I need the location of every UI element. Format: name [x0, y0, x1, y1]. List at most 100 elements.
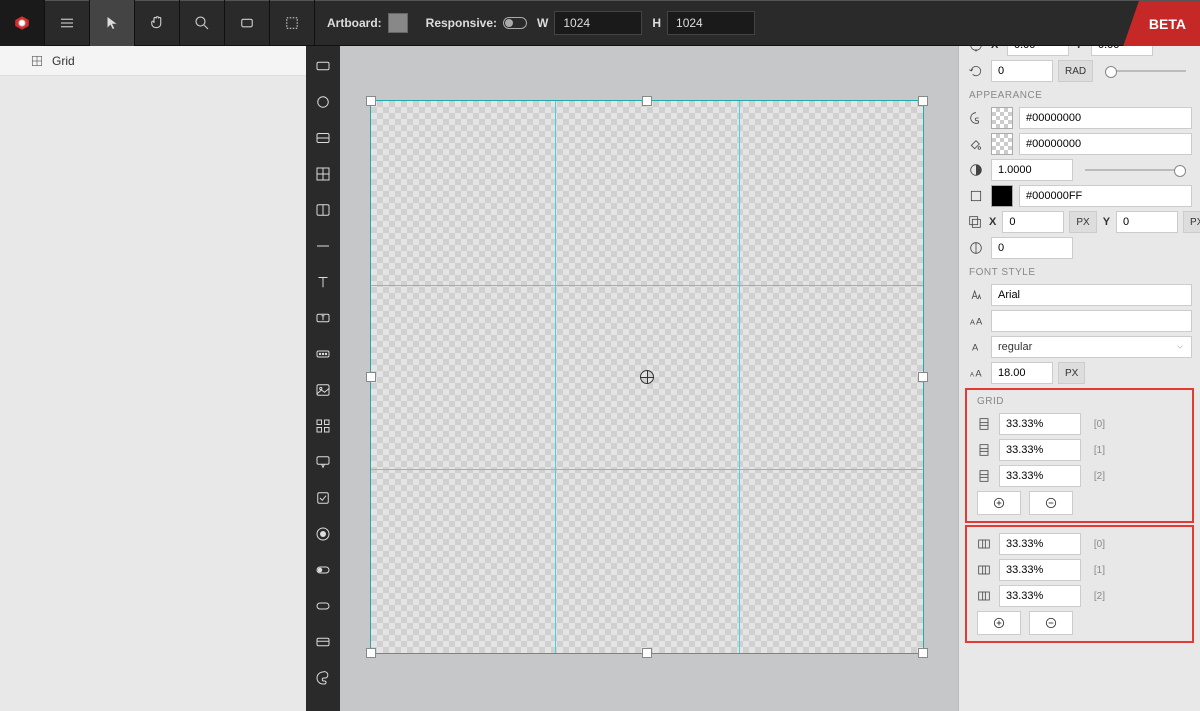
remove-row-button[interactable] [1029, 491, 1073, 515]
rotation-slider[interactable] [1105, 70, 1186, 72]
opacity-slider[interactable] [1085, 169, 1186, 171]
row-icon [975, 441, 993, 459]
bg-icon [967, 135, 985, 153]
resize-handle[interactable] [642, 648, 652, 658]
grid-col-input[interactable] [999, 585, 1081, 607]
pill-tool[interactable] [313, 596, 333, 616]
line-tool[interactable] [313, 236, 333, 256]
svg-text:A: A [976, 316, 983, 326]
add-row-button[interactable] [977, 491, 1021, 515]
svg-text:A: A [970, 317, 975, 326]
tooltip-tool[interactable] [313, 452, 333, 472]
resize-handle[interactable] [366, 648, 376, 658]
artboard-color-swatch[interactable] [388, 13, 408, 33]
artboard-height-input[interactable] [667, 11, 755, 35]
bg-input[interactable] [1019, 133, 1192, 155]
row-icon [975, 467, 993, 485]
grid-row-input[interactable] [999, 439, 1081, 461]
logo-button[interactable] [0, 0, 45, 46]
rotation-input[interactable] [991, 60, 1053, 82]
px-unit: PX [1183, 211, 1200, 233]
font-family-input[interactable] [991, 284, 1192, 306]
components-tool[interactable] [313, 416, 333, 436]
toggle-tool[interactable] [313, 560, 333, 580]
svg-text:A: A [975, 368, 982, 378]
font-size-input[interactable] [991, 362, 1053, 384]
position-icon [967, 46, 985, 54]
split-tool[interactable] [313, 200, 333, 220]
resize-handle[interactable] [918, 648, 928, 658]
stroke-icon [967, 187, 985, 205]
stroke-swatch[interactable] [991, 185, 1013, 207]
font-case-input[interactable] [991, 310, 1192, 332]
ellipse-tool[interactable] [313, 92, 333, 112]
grid-section-label: GRID [967, 394, 1192, 411]
resize-handle[interactable] [918, 96, 928, 106]
layers-panel: Grid [0, 46, 306, 711]
fill-input[interactable] [1019, 107, 1192, 129]
stroke-input[interactable] [1019, 185, 1192, 207]
center-crosshair-icon [640, 370, 654, 384]
offset-y-input[interactable] [1116, 211, 1178, 233]
selection-button[interactable] [270, 0, 315, 46]
remove-col-button[interactable] [1029, 611, 1073, 635]
contrast-icon [967, 239, 985, 257]
add-col-button[interactable] [977, 611, 1021, 635]
grid-line-h [371, 285, 923, 286]
artboard-grid[interactable] [370, 100, 924, 654]
list-tool[interactable] [313, 128, 333, 148]
offset-y-label: Y [1103, 216, 1110, 228]
text-tool[interactable] [313, 272, 333, 292]
resize-handle[interactable] [918, 372, 928, 382]
layer-label: Grid [52, 54, 75, 68]
offset-x-input[interactable] [1002, 211, 1064, 233]
grid-row-input[interactable] [999, 465, 1081, 487]
grid-col-input[interactable] [999, 559, 1081, 581]
col-icon [975, 535, 993, 553]
y-label: Y [1075, 46, 1085, 51]
search-button[interactable] [180, 0, 225, 46]
responsive-label: Responsive: [426, 16, 497, 30]
grid-col-index: [1] [1087, 565, 1105, 576]
resize-handle[interactable] [366, 96, 376, 106]
grid-tool[interactable] [313, 164, 333, 184]
checkbox-tool[interactable] [313, 488, 333, 508]
grid-line-v [739, 101, 740, 653]
hand-tool[interactable] [135, 0, 180, 46]
grid-icon [30, 54, 44, 68]
grid-col-input[interactable] [999, 533, 1081, 555]
pos-y-input[interactable] [1091, 46, 1153, 56]
radio-tool[interactable] [313, 524, 333, 544]
svg-text:A: A [970, 372, 974, 378]
opacity-input[interactable] [991, 159, 1073, 181]
artboard-width-input[interactable] [554, 11, 642, 35]
input-tool[interactable] [313, 344, 333, 364]
resize-handle[interactable] [642, 96, 652, 106]
grid-col-index: [2] [1087, 591, 1105, 602]
layer-item-grid[interactable]: Grid [0, 46, 306, 76]
x-label: X [991, 46, 1001, 51]
menu-button[interactable] [45, 0, 90, 46]
blur-input[interactable] [991, 237, 1073, 259]
row-icon [975, 415, 993, 433]
topbar: Artboard: Responsive: W H BETA [0, 0, 1200, 46]
bg-swatch[interactable] [991, 133, 1013, 155]
grid-cols-section: [0] [1] [2] [965, 525, 1194, 643]
pos-x-input[interactable] [1007, 46, 1069, 56]
palette-tool[interactable] [313, 668, 333, 688]
frame-button[interactable] [225, 0, 270, 46]
offset-icon [967, 213, 983, 231]
grid-row-input[interactable] [999, 413, 1081, 435]
rect-tool[interactable] [313, 56, 333, 76]
image-tool[interactable] [313, 380, 333, 400]
card-tool[interactable] [313, 632, 333, 652]
resize-handle[interactable] [366, 372, 376, 382]
textbox-tool[interactable] [313, 308, 333, 328]
font-size-unit: PX [1058, 362, 1085, 384]
responsive-toggle[interactable] [503, 17, 527, 29]
beta-badge: BETA [1123, 1, 1200, 47]
fill-swatch[interactable] [991, 107, 1013, 129]
canvas[interactable] [340, 46, 958, 711]
font-weight-select[interactable]: regular [991, 336, 1192, 358]
pointer-tool[interactable] [90, 0, 135, 46]
